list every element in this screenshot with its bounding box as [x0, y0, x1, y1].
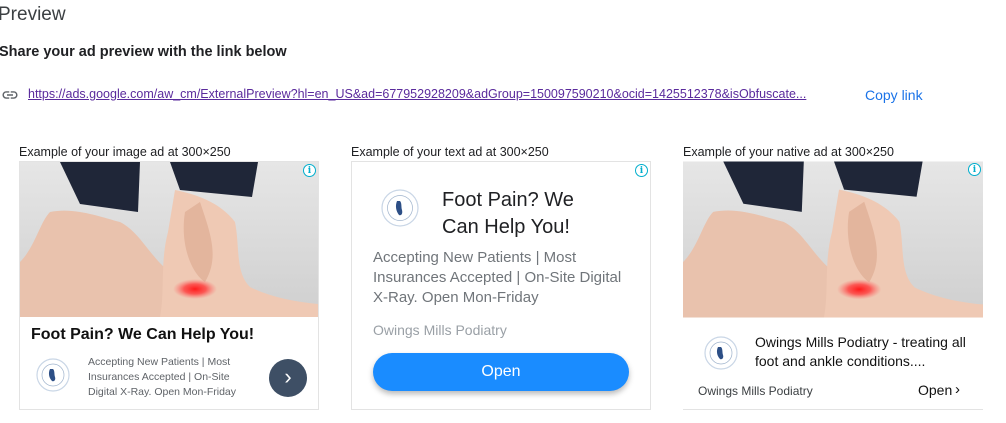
chevron-right-icon[interactable]: ›: [955, 381, 960, 398]
podiatry-logo-icon: [704, 336, 738, 370]
foot-photo: [20, 162, 318, 317]
image-ad-description: Accepting New Patients | Most Insurances…: [88, 356, 237, 398]
ad-info-icon[interactable]: i: [968, 163, 981, 176]
image-ad-headline: Foot Pain? We Can Help You!: [31, 326, 255, 343]
chevron-right-icon[interactable]: ›: [269, 359, 307, 397]
podiatry-logo-icon: [36, 358, 70, 392]
open-button[interactable]: Open: [373, 353, 629, 391]
link-icon: [2, 91, 18, 99]
page-title: Preview: [0, 4, 66, 25]
text-ad-card[interactable]: i Foot Pain? We Can Help You! Accepting …: [351, 161, 651, 410]
text-ad-headline: Foot Pain? We Can Help You!: [442, 189, 574, 238]
ad-info-icon[interactable]: i: [303, 164, 316, 177]
text-ad-description: Accepting New Patients | Most Insurances…: [373, 249, 622, 306]
native-ad-label: Example of your native ad at 300×250: [683, 145, 894, 159]
native-open-link[interactable]: Open: [918, 382, 952, 398]
text-ad-label: Example of your text ad at 300×250: [351, 145, 549, 159]
share-link-row: https://ads.google.com/aw_cm/ExternalPre…: [0, 86, 960, 106]
native-ad-card[interactable]: i Owings Mills Podiatry - treating all f…: [683, 161, 983, 410]
ad-info-icon[interactable]: i: [635, 164, 648, 177]
native-ad-advertiser: Owings Mills Podiatry: [698, 384, 813, 398]
copy-link-button[interactable]: Copy link: [865, 87, 923, 103]
native-ad-headline: Owings Mills Podiatry - treating all foo…: [755, 334, 966, 369]
foot-photo: [683, 161, 983, 318]
podiatry-logo-icon: [381, 189, 419, 227]
preview-url-link[interactable]: https://ads.google.com/aw_cm/ExternalPre…: [28, 87, 840, 101]
share-heading: Share your ad preview with the link belo…: [0, 44, 287, 60]
image-ad-card[interactable]: i Foot Pain? We Can Help You! Accepting …: [19, 161, 319, 410]
text-ad-advertiser: Owings Mills Podiatry: [373, 322, 507, 338]
image-ad-label: Example of your image ad at 300×250: [19, 145, 231, 159]
